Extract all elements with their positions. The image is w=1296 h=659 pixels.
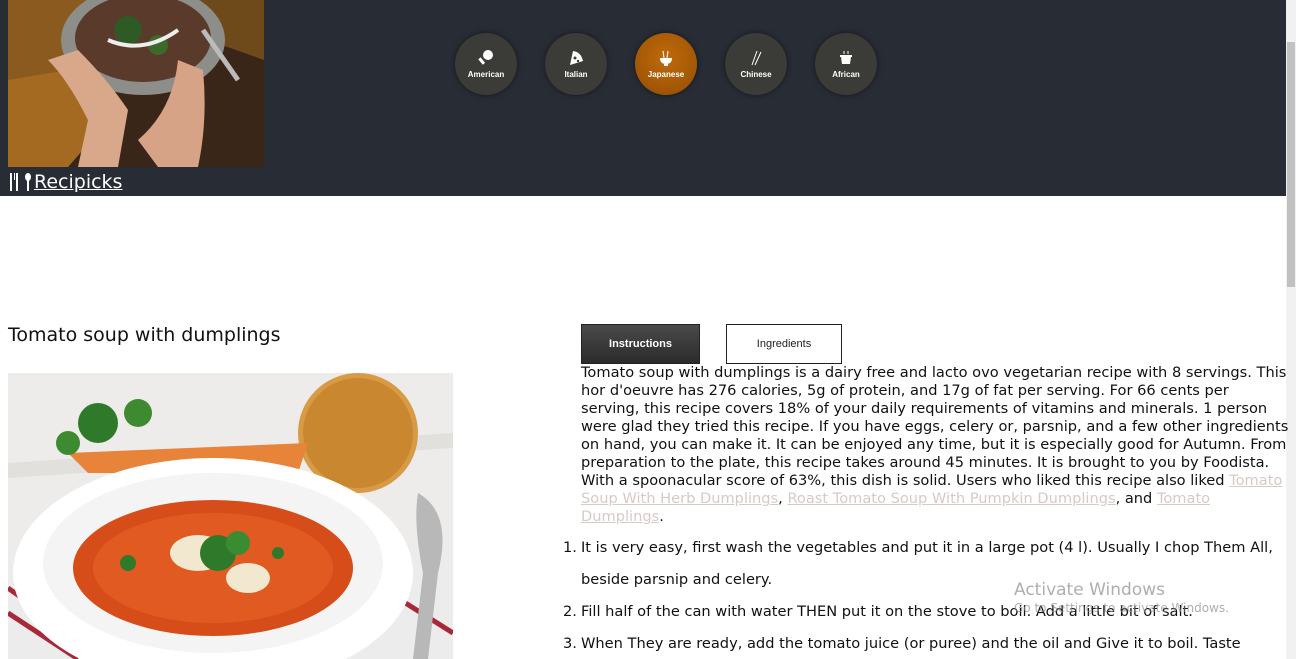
cuisine-label: Chinese <box>740 70 772 79</box>
cuisine-label: Japanese <box>647 70 685 79</box>
tab-instructions[interactable]: Instructions <box>581 324 700 364</box>
drumstick-icon <box>478 50 493 65</box>
cuisine-selector: American Italian Japanese Chinese Africa… <box>455 33 877 95</box>
ramen-icon <box>660 50 672 66</box>
related-link-2[interactable]: Roast Tomato Soup With Pumpkin Dumplings <box>787 490 1115 507</box>
step-text: When They are ready, add the tomato juic… <box>581 635 1241 652</box>
site-header: Recipicks American Italian Japanese Chin… <box>0 0 1286 196</box>
cuisine-italian[interactable]: Italian <box>545 33 607 95</box>
cutlery-icon <box>10 173 31 191</box>
cuisine-african[interactable]: African <box>815 33 877 95</box>
step-number: 3. <box>563 635 577 652</box>
chopsticks-icon <box>751 50 762 66</box>
pot-icon <box>840 51 852 64</box>
summary-text: Tomato soup with dumplings is a dairy fr… <box>581 364 1289 489</box>
summary-end: . <box>659 508 664 525</box>
scrollbar-thumb[interactable] <box>1287 42 1295 287</box>
brand-link[interactable]: Recipicks <box>8 171 122 193</box>
step-text: It is very easy, first wash the vegetabl… <box>581 539 1273 588</box>
step-number: 2. <box>563 603 577 620</box>
brand-name: Recipicks <box>34 171 123 193</box>
step-item: 2. Fill half of the can with water THEN … <box>563 596 1289 628</box>
summary-separator: , and <box>1115 490 1157 507</box>
tab-ingredients[interactable]: Ingredients <box>726 324 842 364</box>
instruction-steps: 1. It is very easy, first wash the veget… <box>563 532 1289 659</box>
cuisine-chinese[interactable]: Chinese <box>725 33 787 95</box>
step-number: 1. <box>563 539 577 556</box>
step-item: 3. When They are ready, add the tomato j… <box>563 628 1289 659</box>
recipe-image <box>8 373 453 659</box>
cuisine-japanese[interactable]: Japanese <box>635 33 697 95</box>
cuisine-label: American <box>467 70 505 79</box>
step-item: 1. It is very easy, first wash the veget… <box>563 532 1289 596</box>
step-text: Fill half of the can with water THEN put… <box>581 603 1193 620</box>
hero-food-image <box>8 0 264 167</box>
cuisine-american[interactable]: American <box>455 33 517 95</box>
recipe-tabs: Instructions Ingredients <box>581 324 842 364</box>
cuisine-label: African <box>832 70 860 79</box>
recipe-title: Tomato soup with dumplings <box>8 324 281 346</box>
cuisine-label: Italian <box>564 70 588 79</box>
recipe-summary: Tomato soup with dumplings is a dairy fr… <box>581 364 1289 526</box>
pizza-icon <box>570 51 583 65</box>
